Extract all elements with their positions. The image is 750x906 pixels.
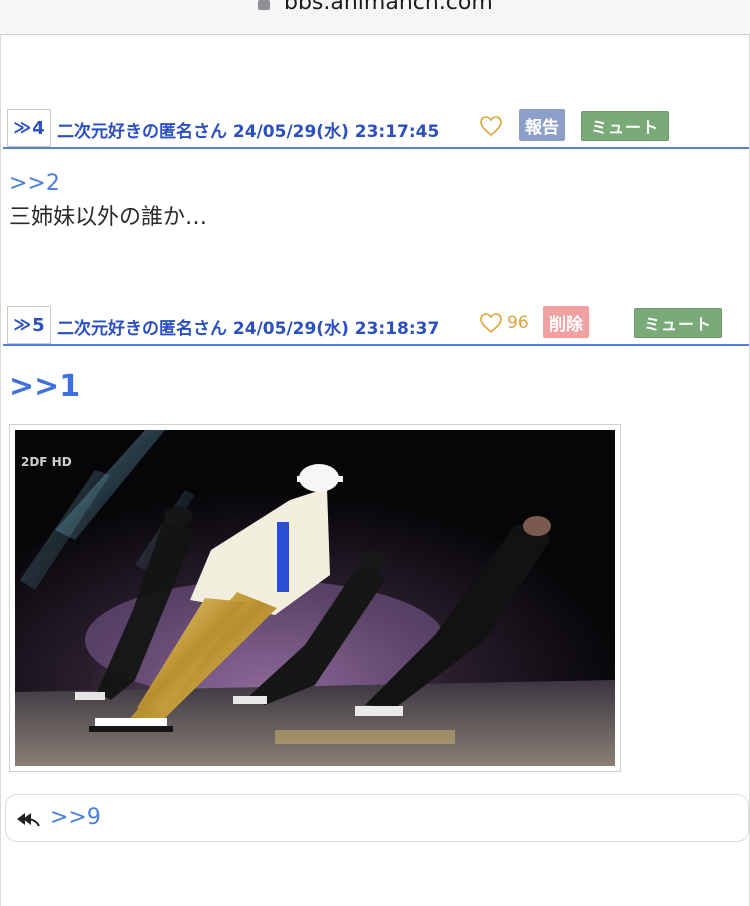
reply-link[interactable]: >>9	[50, 805, 101, 830]
double-chevron-icon: ≫	[13, 315, 32, 335]
report-button[interactable]: 報告	[519, 109, 565, 141]
post-author-datetime: 二次元好きの匿名さん 24/05/29(水) 23:17:45	[57, 117, 439, 142]
reply-all-icon	[17, 813, 40, 827]
post-text: 三姉妹以外の誰か…	[9, 205, 208, 230]
mute-button[interactable]: ミュート	[634, 308, 722, 338]
post-author-datetime: 二次元好きの匿名さん 24/05/29(水) 23:18:37	[57, 314, 439, 339]
lock-icon	[258, 0, 270, 10]
post-header: ≫ 4 二次元好きの匿名さん 24/05/29(水) 23:17:45 報告 ミュ…	[3, 109, 749, 149]
heart-icon[interactable]	[479, 114, 503, 138]
like-count: 96	[507, 313, 529, 333]
quote-link[interactable]: >>1	[9, 369, 80, 404]
post-image[interactable]: 2DF HD	[9, 424, 621, 772]
post-number-button[interactable]: ≫ 5	[7, 306, 51, 344]
post-number-button[interactable]: ≫ 4	[7, 109, 51, 147]
post-datetime: 24/05/29(水) 23:17:45	[232, 122, 440, 142]
post-datetime: 24/05/29(水) 23:18:37	[232, 319, 440, 339]
thread-page: ≫ 4 二次元好きの匿名さん 24/05/29(水) 23:17:45 報告 ミュ…	[0, 34, 750, 906]
url-text: bbs.animanch.com	[284, 0, 493, 15]
mute-button[interactable]: ミュート	[581, 111, 669, 141]
replies-bar: >>9	[5, 794, 749, 842]
author-name: 二次元好きの匿名さん	[57, 122, 227, 142]
post-header: ≫ 5 二次元好きの匿名さん 24/05/29(水) 23:18:37 96 削除…	[3, 306, 749, 346]
dance-photo: 2DF HD	[15, 430, 615, 766]
author-name: 二次元好きの匿名さん	[57, 319, 227, 339]
double-chevron-icon: ≫	[13, 118, 32, 138]
image-watermark: 2DF HD	[21, 455, 72, 469]
delete-button[interactable]: 削除	[543, 306, 589, 338]
browser-address-bar[interactable]: bbs.animanch.com	[0, 0, 750, 34]
heart-icon[interactable]	[479, 311, 503, 335]
quote-link[interactable]: >>2	[9, 169, 739, 199]
post-body: >>2 三姉妹以外の誰か…	[9, 169, 739, 235]
